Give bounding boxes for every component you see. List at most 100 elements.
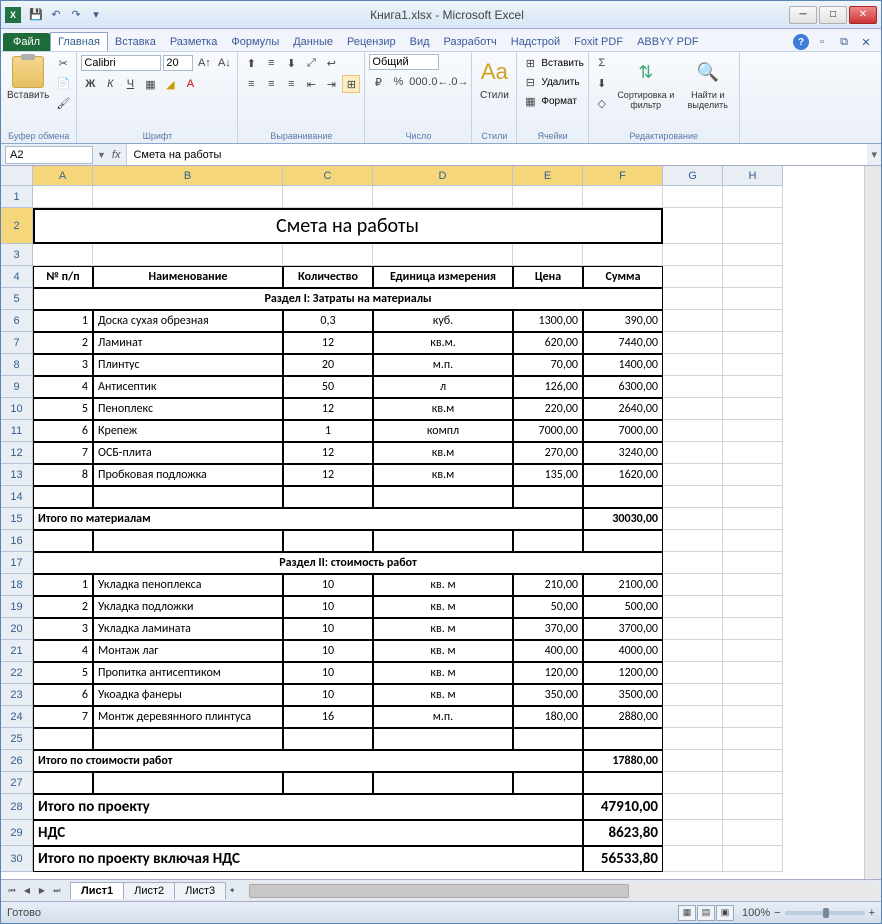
cell[interactable] bbox=[663, 820, 723, 846]
tab-foxit[interactable]: Foxit PDF bbox=[567, 33, 630, 51]
cell[interactable] bbox=[33, 486, 93, 508]
row-header-25[interactable]: 25 bbox=[1, 728, 33, 750]
cell[interactable] bbox=[513, 772, 583, 794]
cell[interactable] bbox=[663, 464, 723, 486]
cell[interactable]: м.п. bbox=[373, 354, 513, 376]
cell[interactable] bbox=[663, 640, 723, 662]
cell[interactable] bbox=[723, 662, 783, 684]
minimize-button[interactable]: ─ bbox=[789, 6, 817, 24]
column-header-B[interactable]: B bbox=[93, 166, 283, 186]
cell[interactable]: 2880,00 bbox=[583, 706, 663, 728]
cell[interactable] bbox=[583, 486, 663, 508]
align-top-icon[interactable]: ⬆ bbox=[242, 54, 260, 72]
tab-home[interactable]: Главная bbox=[50, 32, 108, 51]
cell[interactable]: 3240,00 bbox=[583, 442, 663, 464]
cell[interactable]: 7 bbox=[33, 706, 93, 728]
cell[interactable] bbox=[373, 530, 513, 552]
row-header-5[interactable]: 5 bbox=[1, 288, 33, 310]
cell[interactable]: л bbox=[373, 376, 513, 398]
cell[interactable] bbox=[663, 596, 723, 618]
cell[interactable]: кв.м. bbox=[373, 332, 513, 354]
cell[interactable]: компл bbox=[373, 420, 513, 442]
format-cells-button[interactable]: Формат bbox=[541, 96, 577, 107]
cell[interactable]: 5 bbox=[33, 662, 93, 684]
namebox-dropdown-icon[interactable]: ▼ bbox=[97, 150, 106, 160]
cell[interactable]: 7000,00 bbox=[583, 420, 663, 442]
cell[interactable]: 1400,00 bbox=[583, 354, 663, 376]
cell[interactable]: 16 bbox=[283, 706, 373, 728]
cell[interactable]: НДС bbox=[33, 820, 583, 846]
zoom-out-icon[interactable]: − bbox=[774, 907, 780, 919]
cell[interactable]: 8 bbox=[33, 464, 93, 486]
column-header-C[interactable]: C bbox=[283, 166, 373, 186]
cell[interactable] bbox=[723, 794, 783, 820]
currency-icon[interactable]: ₽ bbox=[369, 73, 387, 91]
cell[interactable]: 210,00 bbox=[513, 574, 583, 596]
cell[interactable] bbox=[93, 772, 283, 794]
cell[interactable]: 12 bbox=[283, 464, 373, 486]
cell[interactable] bbox=[663, 750, 723, 772]
row-header-30[interactable]: 30 bbox=[1, 846, 33, 872]
row-header-15[interactable]: 15 bbox=[1, 508, 33, 530]
cell[interactable] bbox=[723, 728, 783, 750]
cell[interactable]: 1 bbox=[283, 420, 373, 442]
cell[interactable]: 220,00 bbox=[513, 398, 583, 420]
row-header-14[interactable]: 14 bbox=[1, 486, 33, 508]
paste-button[interactable]: Вставить bbox=[5, 54, 51, 103]
cell[interactable] bbox=[93, 728, 283, 750]
cell[interactable] bbox=[373, 728, 513, 750]
cell[interactable] bbox=[373, 186, 513, 208]
fx-icon[interactable]: fx bbox=[106, 149, 127, 161]
cell[interactable]: 3700,00 bbox=[583, 618, 663, 640]
align-right-icon[interactable]: ≡ bbox=[282, 75, 300, 93]
cell[interactable]: кв. м bbox=[373, 574, 513, 596]
cell[interactable]: Пеноплекс bbox=[93, 398, 283, 420]
cell[interactable]: Итого по стоимости работ bbox=[33, 750, 583, 772]
zoom-slider[interactable] bbox=[785, 911, 865, 915]
column-header-E[interactable]: E bbox=[513, 166, 583, 186]
fill-icon[interactable]: ⬇ bbox=[593, 74, 611, 92]
row-header-3[interactable]: 3 bbox=[1, 244, 33, 266]
column-header-H[interactable]: H bbox=[723, 166, 783, 186]
cell[interactable]: 7 bbox=[33, 442, 93, 464]
column-header-A[interactable]: A bbox=[33, 166, 93, 186]
orientation-icon[interactable]: ⤢ bbox=[302, 54, 320, 72]
cell[interactable]: кв. м bbox=[373, 596, 513, 618]
cell[interactable]: 50 bbox=[283, 376, 373, 398]
close-button[interactable]: ✕ bbox=[849, 6, 877, 24]
zoom-level[interactable]: 100% bbox=[742, 907, 770, 919]
row-header-12[interactable]: 12 bbox=[1, 442, 33, 464]
cell[interactable]: Плинтус bbox=[93, 354, 283, 376]
row-header-22[interactable]: 22 bbox=[1, 662, 33, 684]
select-all-corner[interactable] bbox=[1, 166, 33, 186]
column-header-G[interactable]: G bbox=[663, 166, 723, 186]
cell[interactable]: Ламинат bbox=[93, 332, 283, 354]
insert-cells-button[interactable]: Вставить bbox=[541, 58, 583, 69]
cell[interactable] bbox=[513, 486, 583, 508]
decrease-indent-icon[interactable]: ⇤ bbox=[302, 75, 320, 93]
cell[interactable]: кв. м bbox=[373, 684, 513, 706]
cell[interactable]: кв. м bbox=[373, 640, 513, 662]
cell[interactable] bbox=[723, 772, 783, 794]
cell[interactable]: Раздел II: стоимость работ bbox=[33, 552, 663, 574]
cell[interactable]: кв.м bbox=[373, 464, 513, 486]
row-header-9[interactable]: 9 bbox=[1, 376, 33, 398]
cell[interactable] bbox=[663, 186, 723, 208]
cell[interactable]: 47910,00 bbox=[583, 794, 663, 820]
font-name-select[interactable] bbox=[81, 55, 161, 71]
cell[interactable] bbox=[33, 186, 93, 208]
qat-more-icon[interactable]: ▾ bbox=[87, 6, 105, 24]
row-header-20[interactable]: 20 bbox=[1, 618, 33, 640]
doc-restore-icon[interactable]: ⧉ bbox=[835, 33, 853, 51]
cell[interactable]: Пробковая подложка bbox=[93, 464, 283, 486]
cell[interactable]: кв.м bbox=[373, 442, 513, 464]
cell[interactable] bbox=[513, 244, 583, 266]
row-header-13[interactable]: 13 bbox=[1, 464, 33, 486]
insert-cell-icon[interactable]: ⊞ bbox=[521, 54, 539, 72]
tab-nav-prev-icon[interactable]: ◀ bbox=[20, 884, 34, 898]
font-size-select[interactable] bbox=[163, 55, 193, 71]
cell[interactable] bbox=[663, 684, 723, 706]
cell[interactable]: 126,00 bbox=[513, 376, 583, 398]
comma-icon[interactable]: 000 bbox=[409, 73, 427, 91]
cell[interactable]: Крепеж bbox=[93, 420, 283, 442]
